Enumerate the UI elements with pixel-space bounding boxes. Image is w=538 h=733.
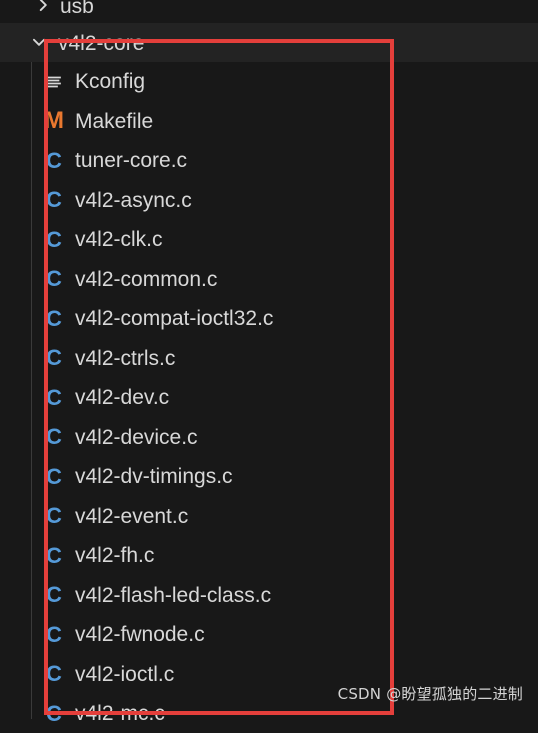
file-label: v4l2-clk.c (75, 228, 163, 251)
chevron-down-icon[interactable] (30, 33, 48, 51)
c-file-icon: C (46, 345, 62, 370)
c-file-icon: C (46, 661, 62, 686)
folder-row-usb[interactable]: usb (0, 0, 538, 23)
file-row[interactable]: Cv4l2-dev.c (0, 378, 538, 417)
file-label: v4l2-dv-timings.c (75, 465, 233, 488)
c-file-icon: C (46, 305, 62, 331)
folder-row-v4l2-core[interactable]: v4l2-core (0, 23, 538, 62)
file-label: v4l2-compat-ioctl32.c (75, 307, 274, 330)
file-label: v4l2-event.c (75, 504, 189, 528)
file-row[interactable]: Cv4l2-event.c (0, 497, 538, 536)
file-label: v4l2-common.c (75, 267, 218, 291)
file-label: v4l2-device.c (75, 425, 198, 449)
c-file-icon: C (46, 503, 62, 528)
file-row[interactable]: Kconfig (0, 62, 538, 101)
file-label: v4l2-ioctl.c (75, 662, 175, 686)
c-file-icon: C (46, 700, 62, 726)
c-file-icon: C (46, 424, 62, 449)
watermark: CSDN @盼望孤独的二进制 (337, 685, 523, 703)
folder-label: usb (60, 0, 94, 18)
file-label: v4l2-dev.c (75, 386, 170, 409)
makefile-icon: M (44, 107, 64, 134)
file-row[interactable]: Cv4l2-flash-led-class.c (0, 576, 538, 615)
c-file-icon: C (46, 621, 62, 647)
file-row[interactable]: Cv4l2-device.c (0, 418, 538, 457)
file-label: v4l2-mc.c (75, 702, 165, 725)
file-row[interactable]: Cv4l2-ctrls.c (0, 339, 538, 378)
file-row[interactable]: Cv4l2-compat-ioctl32.c (0, 299, 538, 338)
c-file-icon: C (46, 463, 62, 489)
c-file-icon: C (46, 266, 62, 291)
file-label: Makefile (75, 109, 154, 133)
folder-label: v4l2-core (58, 32, 145, 55)
file-row[interactable]: Cv4l2-clk.c (0, 220, 538, 259)
file-row[interactable]: Cv4l2-fwnode.c (0, 615, 538, 654)
file-label: Kconfig (75, 70, 146, 93)
c-file-icon: C (46, 542, 62, 568)
kconfig-lines-icon (43, 70, 65, 94)
c-file-icon: C (46, 226, 62, 252)
file-label: v4l2-ctrls.c (75, 346, 176, 370)
chevron-right-icon[interactable] (34, 0, 52, 14)
file-label: tuner-core.c (75, 149, 188, 172)
file-label: v4l2-fwnode.c (75, 623, 205, 646)
file-label: v4l2-fh.c (75, 544, 155, 567)
file-label: v4l2-async.c (75, 188, 192, 212)
file-row[interactable]: Cv4l2-fh.c (0, 536, 538, 575)
file-row[interactable]: Cv4l2-async.c (0, 181, 538, 220)
file-row[interactable]: Ctuner-core.c (0, 141, 538, 180)
file-row[interactable]: Cv4l2-dv-timings.c (0, 457, 538, 496)
c-file-icon: C (46, 147, 62, 173)
c-file-icon: C (46, 384, 62, 410)
file-row[interactable]: M Makefile (0, 102, 538, 141)
file-row[interactable]: Cv4l2-common.c (0, 260, 538, 299)
file-explorer: usb v4l2-core Kconfig M Makefile Ctuner-cor… (0, 0, 538, 724)
c-file-icon: C (46, 582, 62, 607)
file-label: v4l2-flash-led-class.c (75, 583, 272, 607)
c-file-icon: C (46, 187, 62, 212)
